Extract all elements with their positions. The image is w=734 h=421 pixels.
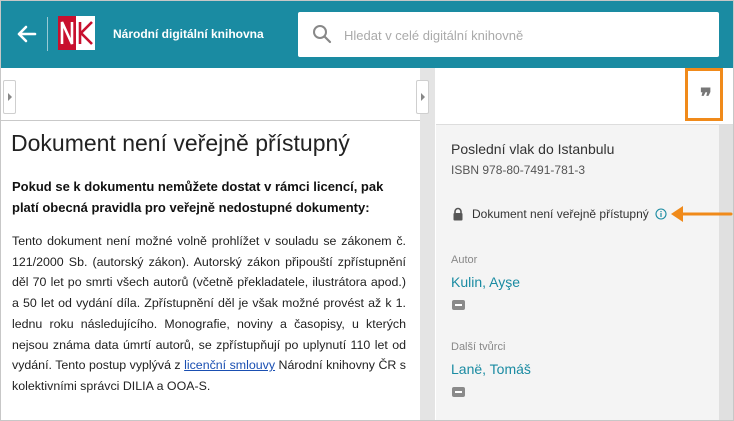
nk-logo[interactable] bbox=[58, 16, 95, 50]
chevron-right-icon bbox=[420, 93, 425, 101]
left-collapse-button[interactable] bbox=[3, 80, 16, 114]
cite-toolbar: ❞ bbox=[436, 68, 734, 125]
search-input[interactable] bbox=[342, 12, 706, 59]
other-creator-link[interactable]: Lanë, Tomáš bbox=[451, 361, 531, 377]
search-icon[interactable] bbox=[312, 24, 332, 44]
panel-divider bbox=[0, 120, 420, 121]
annotation-arrow bbox=[671, 206, 733, 222]
back-arrow-icon[interactable] bbox=[8, 18, 44, 50]
search-box[interactable] bbox=[298, 12, 719, 59]
right-collapse-button[interactable] bbox=[416, 80, 429, 114]
access-status: Dokument není veřejně přístupný bbox=[451, 207, 667, 221]
panel-scrollbar[interactable] bbox=[420, 68, 435, 421]
author-comment-badge[interactable] bbox=[452, 300, 465, 310]
brand-name[interactable]: Národní digitální knihovna bbox=[113, 27, 264, 41]
chevron-right-icon bbox=[7, 93, 12, 101]
body-text: Tento dokument není možné volně prohlíže… bbox=[12, 234, 406, 373]
document-body: Tento dokument není možné volně prohlíže… bbox=[12, 231, 406, 397]
details-scrollbar[interactable] bbox=[719, 125, 733, 421]
book-title: Poslední vlak do Istanbulu bbox=[451, 141, 615, 157]
details-panel: ❞ Poslední vlak do Istanbulu ISBN 978-80… bbox=[436, 68, 734, 421]
other-creator-comment-badge[interactable] bbox=[452, 387, 465, 397]
author-link[interactable]: Kulin, Ayşe bbox=[451, 274, 520, 290]
quote-icon[interactable]: ❞ bbox=[700, 86, 712, 108]
author-label: Autor bbox=[451, 254, 478, 266]
header-divider bbox=[47, 17, 48, 51]
access-status-text: Dokument není veřejně přístupný bbox=[472, 207, 649, 221]
license-link[interactable]: licenční smlouvy bbox=[184, 358, 275, 372]
document-panel: Dokument není veřejně přístupný Pokud se… bbox=[0, 68, 420, 421]
isbn: ISBN 978-80-7491-781-3 bbox=[451, 163, 586, 177]
document-intro: Pokud se k dokumentu nemůžete dostat v r… bbox=[12, 179, 384, 215]
document-title: Dokument není veřejně přístupný bbox=[11, 130, 350, 156]
lock-icon bbox=[453, 207, 463, 221]
app-header: Národní digitální knihovna bbox=[0, 0, 734, 68]
other-creators-label: Další tvůrci bbox=[451, 341, 506, 353]
